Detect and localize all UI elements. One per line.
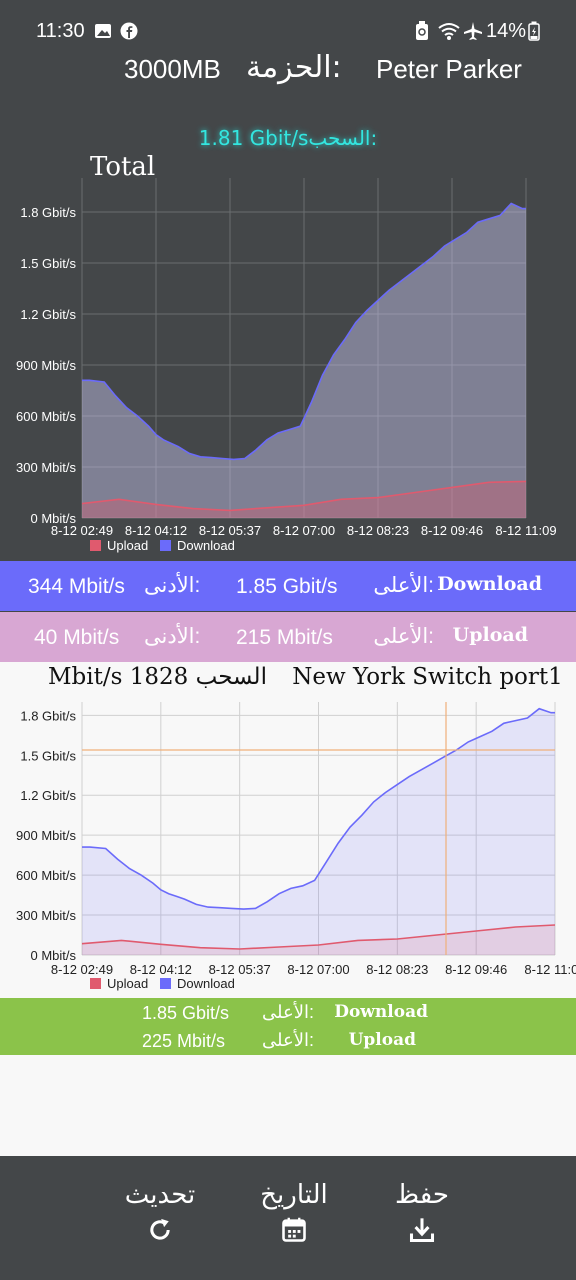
download-max-value: 1.85 Gbit/s bbox=[236, 575, 338, 598]
legend-swatch-upload bbox=[90, 540, 101, 551]
legend-swatch-download bbox=[160, 540, 171, 551]
legend-label-download: Download bbox=[177, 538, 235, 553]
y-tick-label: 1.5 Gbit/s bbox=[20, 256, 76, 271]
switch-traffic-chart: 8-12 02:49 8-12 04:12 8-12 05:37 8-12 07:00… bbox=[16, 702, 576, 991]
download-min-label: الأدنى: bbox=[144, 574, 201, 597]
download-icon bbox=[409, 1218, 435, 1243]
bottom-navigation: تحديث التاريخ حفظ bbox=[0, 1156, 576, 1280]
x-tick-label: 8-12 05:37 bbox=[209, 962, 271, 977]
legend-label-upload: Upload bbox=[107, 976, 148, 991]
switch-summary-band: Download الأعلى: 1.85 Gbit/s Upload الأع… bbox=[0, 998, 576, 1055]
download-label: Download bbox=[437, 573, 542, 595]
refresh-icon bbox=[150, 1218, 170, 1240]
x-tick-label: 8-12 09:46 bbox=[445, 962, 507, 977]
upload-summary-band: Upload الأعلى: 215 Mbit/s الأدنى: 40 Mbi… bbox=[0, 612, 576, 662]
y-tick-label: 1.8 Gbit/s bbox=[20, 205, 76, 220]
save-label: حفظ bbox=[395, 1180, 449, 1210]
user-name: Peter Parker bbox=[376, 54, 522, 84]
pull-value: 1828 bbox=[129, 664, 189, 690]
legend-swatch-upload bbox=[90, 978, 101, 989]
x-tick-label: 8-12 09:46 bbox=[421, 523, 483, 538]
upload-min-value: 40 Mbit/s bbox=[34, 626, 120, 649]
y-tick-label: 900 Mbit/s bbox=[16, 828, 76, 843]
x-tick-label: 8-12 02:49 bbox=[51, 962, 113, 977]
wifi-icon bbox=[438, 23, 460, 40]
switch-upload-max-label: الأعلى: bbox=[262, 1030, 314, 1050]
y-tick-label: 900 Mbit/s bbox=[16, 358, 76, 373]
refresh-button[interactable]: تحديث bbox=[100, 1180, 220, 1244]
x-tick-label: 8-12 07:00 bbox=[287, 962, 349, 977]
switch-download-max-label: الأعلى: bbox=[262, 1002, 314, 1022]
pull-unit: Mbit/s bbox=[48, 664, 123, 690]
save-button[interactable]: حفظ bbox=[362, 1180, 482, 1244]
switch-name: New York Switch port1 bbox=[292, 664, 563, 690]
x-tick-label: 8-12 04:12 bbox=[125, 523, 187, 538]
y-tick-label: 1.8 Gbit/s bbox=[20, 708, 76, 723]
x-tick-label: 8-12 07:00 bbox=[273, 523, 335, 538]
switch-upload-label: Upload bbox=[348, 1030, 416, 1050]
y-tick-label: 0 Mbit/s bbox=[30, 948, 76, 963]
airplane-mode-icon bbox=[464, 22, 482, 40]
x-tick-label: 8-12 08:23 bbox=[347, 523, 409, 538]
gallery-icon bbox=[95, 24, 111, 38]
refresh-label: تحديث bbox=[124, 1180, 196, 1210]
history-label: التاريخ bbox=[260, 1180, 328, 1210]
upload-label: Upload bbox=[452, 624, 528, 646]
switch-upload-max-value: 225 Mbit/s bbox=[142, 1031, 226, 1051]
switch-download-label: Download bbox=[334, 1002, 428, 1022]
switch-download-max-value: 1.85 Gbit/s bbox=[142, 1003, 230, 1023]
x-tick-label: 8-12 11:09 bbox=[524, 962, 576, 977]
x-tick-label: 8-12 05:37 bbox=[199, 523, 261, 538]
y-tick-label: 0 Mbit/s bbox=[30, 511, 76, 526]
account-header: Peter Parker الحزمة: 3000MB bbox=[0, 50, 576, 90]
battery-icon bbox=[528, 21, 540, 41]
history-button[interactable]: التاريخ bbox=[234, 1180, 354, 1244]
y-tick-label: 300 Mbit/s bbox=[16, 460, 76, 475]
pull-label: السحب bbox=[195, 664, 267, 690]
legend-label-download: Download bbox=[177, 976, 235, 991]
y-tick-label: 1.2 Gbit/s bbox=[20, 788, 76, 803]
battery-saver-icon bbox=[416, 21, 428, 40]
download-min-value: 344 Mbit/s bbox=[28, 575, 125, 598]
calendar-icon bbox=[282, 1217, 306, 1242]
battery-percent: 14% bbox=[485, 20, 526, 42]
upload-max-label: الأعلى: bbox=[373, 625, 434, 648]
y-tick-label: 600 Mbit/s bbox=[16, 868, 76, 883]
switch-panel-title: Mbit/s 1828 السحب New York Switch port1 bbox=[48, 664, 563, 690]
y-tick-label: 1.2 Gbit/s bbox=[20, 307, 76, 322]
upload-min-label: الأدنى: bbox=[144, 625, 201, 648]
y-tick-label: 600 Mbit/s bbox=[16, 409, 76, 424]
download-max-label: الأعلى: bbox=[373, 574, 434, 597]
y-tick-label: 300 Mbit/s bbox=[16, 908, 76, 923]
x-tick-label: 8-12 04:12 bbox=[130, 962, 192, 977]
upload-max-value: 215 Mbit/s bbox=[236, 626, 333, 649]
legend-label-upload: Upload bbox=[107, 538, 148, 553]
legend-swatch-download bbox=[160, 978, 171, 989]
package-label: الحزمة: bbox=[246, 50, 342, 85]
status-time: 11:30 bbox=[36, 20, 85, 42]
x-tick-label: 8-12 11:09 bbox=[495, 523, 556, 538]
facebook-icon bbox=[120, 22, 138, 40]
x-tick-label: 8-12 08:23 bbox=[366, 962, 428, 977]
download-summary-band: Download الأعلى: 1.85 Gbit/s الأدنى: 344… bbox=[0, 561, 576, 611]
package-value: 3000MB bbox=[124, 54, 221, 84]
y-tick-label: 1.5 Gbit/s bbox=[20, 748, 76, 763]
total-traffic-chart: 8-12 02:49 8-12 04:12 8-12 05:37 8-12 07:00… bbox=[16, 178, 557, 553]
